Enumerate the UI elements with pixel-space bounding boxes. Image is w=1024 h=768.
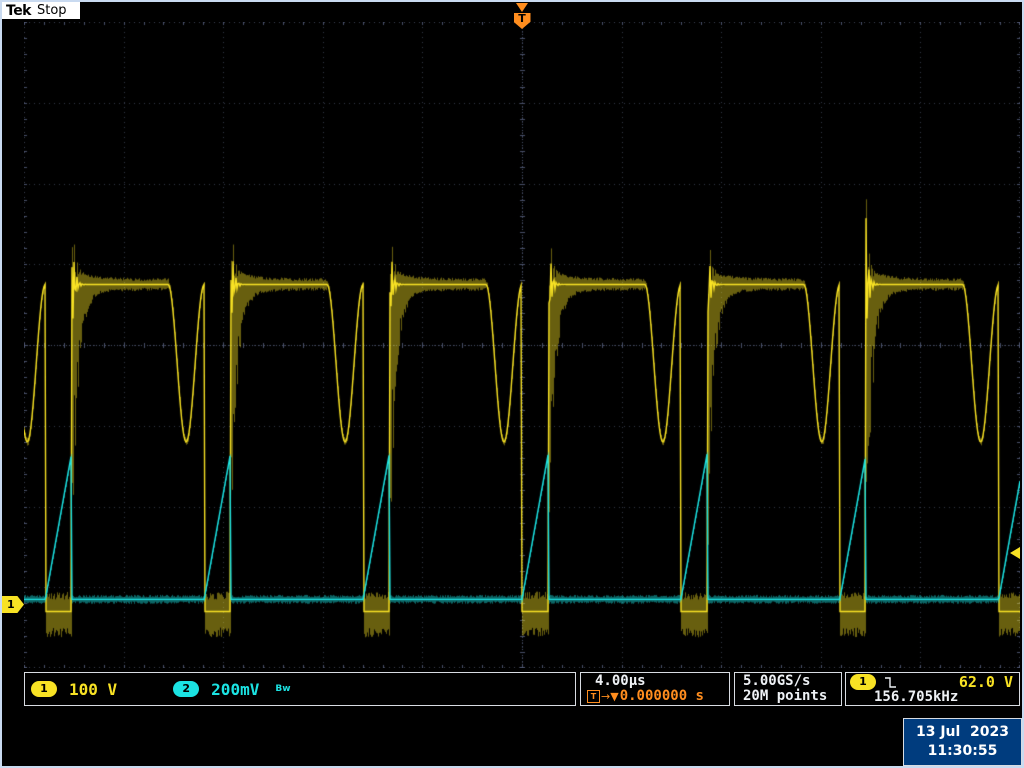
trigger-source-badge: 1 — [850, 674, 876, 690]
vertical-readout[interactable]: 1 100 V 2 200mV Bw — [24, 672, 576, 706]
waveform-display[interactable] — [24, 22, 1020, 668]
trigger-arrow-icon — [516, 3, 528, 12]
trigger-t-icon: T — [587, 690, 600, 703]
ch1-scale: 100 V — [69, 680, 117, 699]
trigger-readout[interactable]: 1 62.0 V 156.705kHz — [845, 672, 1020, 706]
horizontal-readout[interactable]: 4.00µs T →▼ 0.000000 s — [580, 672, 730, 706]
ch2-scale: 200mV — [211, 680, 259, 699]
trigger-position-value: 0.000000 s — [620, 689, 704, 704]
record-length: 20M points — [743, 689, 841, 704]
trigger-position-marker[interactable]: T — [512, 2, 532, 29]
trigger-position-arrows-icon: →▼ — [601, 689, 619, 704]
trigger-level-value: 62.0 V — [959, 674, 1013, 690]
brand-strip: Tek Stop — [2, 2, 80, 19]
trigger-level-marker[interactable] — [1010, 547, 1020, 559]
acquisition-status: Stop — [37, 3, 67, 18]
falling-edge-icon — [884, 676, 897, 689]
datetime-box: 13 Jul 2023 11:30:55 — [903, 718, 1022, 766]
bandwidth-indicator-icon: Bw — [275, 684, 290, 694]
acquisition-readout[interactable]: 5.00GS/s 20M points — [734, 672, 842, 706]
scope-screen: Tek Stop T 1 1 100 V 2 200mV Bw 4.00µs T… — [2, 2, 1022, 766]
trigger-flag-label: T — [518, 12, 526, 25]
date-label: 13 Jul 2023 — [916, 723, 1009, 742]
ch1-ground-label: 1 — [7, 598, 15, 611]
sample-rate: 5.00GS/s — [743, 674, 841, 689]
ch1-badge: 1 — [31, 681, 57, 697]
ch1-ground-marker[interactable]: 1 — [2, 596, 24, 613]
time-label: 11:30:55 — [928, 742, 998, 761]
timebase-scale: 4.00µs — [595, 674, 729, 689]
trigger-frequency: 156.705kHz — [874, 690, 1019, 705]
trigger-flag-icon: T — [514, 13, 531, 29]
tek-logo: Tek — [6, 3, 31, 19]
ch2-badge: 2 — [173, 681, 199, 697]
